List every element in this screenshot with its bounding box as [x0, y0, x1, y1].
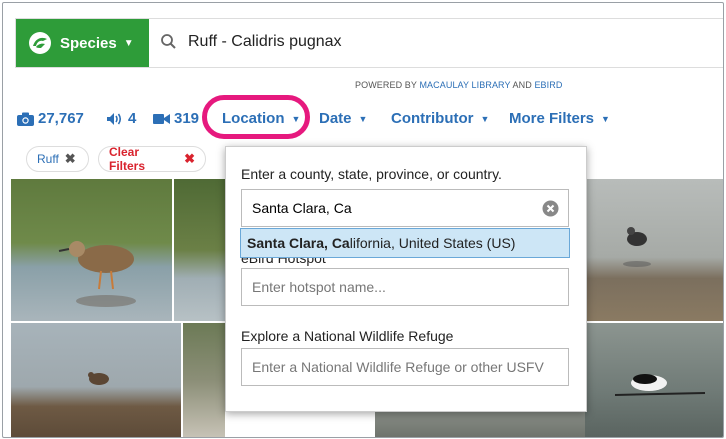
audio-count: 4: [128, 110, 137, 127]
chevron-down-icon: ▼: [480, 113, 490, 124]
powered-by-prefix: POWERED BY: [355, 80, 420, 90]
black-white-bird-image: [614, 374, 706, 396]
close-x-icon: ✖: [184, 151, 195, 166]
chevron-down-icon: ▼: [358, 113, 368, 124]
bird-photo-3[interactable]: [585, 179, 723, 321]
remove-x-icon[interactable]: ✖: [65, 151, 76, 167]
ebird-logo-icon: [29, 32, 51, 54]
more-filters-label: More Filters: [509, 110, 595, 127]
date-filter-dropdown[interactable]: Date ▼: [319, 110, 367, 127]
bird-photo-1[interactable]: [11, 179, 172, 321]
photo-count: 27,767: [38, 110, 84, 127]
bird-photo-5[interactable]: [183, 323, 225, 437]
search-icon: [161, 34, 176, 49]
stilt-bird-image: [623, 227, 651, 267]
contributor-filter-dropdown[interactable]: Contributor ▼: [391, 110, 489, 127]
ruff-bird-image: [88, 372, 109, 385]
photo-count-tab[interactable]: 27,767: [17, 110, 84, 127]
refuge-label: Explore a National Wildlife Refuge: [241, 328, 454, 344]
ruff-filter-chip[interactable]: Ruff ✖: [26, 146, 89, 172]
ruff-chip-label: Ruff: [37, 152, 59, 166]
location-suggestion-item[interactable]: Santa Clara, Ca lifornia, United States (…: [240, 228, 570, 258]
speaker-icon: [107, 112, 122, 125]
region-label: Enter a county, state, province, or coun…: [241, 166, 502, 182]
browser-frame: Species ▼ Ruff - Calidris pugnax POWERED…: [2, 2, 724, 438]
bird-photo-4[interactable]: [11, 323, 181, 437]
contributor-filter-label: Contributor: [391, 110, 474, 127]
chevron-down-icon: ▼: [601, 113, 610, 124]
chevron-down-icon: ▼: [123, 37, 134, 49]
suggestion-match-text: Santa Clara, Ca: [247, 235, 350, 251]
ebird-link[interactable]: EBIRD: [534, 80, 562, 90]
powered-by-credit: POWERED BY MACAULAY LIBRARY AND EBIRD: [355, 80, 562, 90]
location-highlight-annotation: [202, 95, 310, 139]
species-button-label: Species: [60, 34, 117, 52]
species-search-input[interactable]: Ruff - Calidris pugnax: [188, 33, 342, 51]
suggestion-rest-text: lifornia, United States (US): [349, 235, 516, 251]
ruff-bird-image: [58, 241, 136, 307]
clear-filters-chip[interactable]: Clear Filters ✖: [98, 145, 206, 173]
macaulay-library-link[interactable]: MACAULAY LIBRARY: [419, 80, 510, 90]
powered-by-and: AND: [510, 80, 535, 90]
audio-count-tab[interactable]: 4: [106, 110, 136, 127]
video-count-tab[interactable]: 319: [153, 110, 199, 127]
bird-photo-2[interactable]: [174, 179, 225, 321]
clear-filters-label: Clear Filters: [109, 145, 146, 173]
species-dropdown-button[interactable]: Species ▼: [16, 19, 149, 67]
video-camera-icon: [153, 113, 170, 124]
video-count: 319: [174, 110, 200, 127]
more-filters-dropdown[interactable]: More Filters ▼: [509, 110, 610, 127]
clear-input-icon[interactable]: [542, 200, 559, 217]
refuge-input[interactable]: Enter a National Wildlife Refuge or othe…: [241, 348, 569, 386]
region-input-value: Santa Clara, Ca: [252, 200, 352, 216]
search-bar: Species ▼ Ruff - Calidris pugnax: [15, 18, 723, 68]
region-input[interactable]: Santa Clara, Ca: [241, 189, 569, 227]
hotspot-input[interactable]: Enter hotspot name...: [241, 268, 569, 306]
refuge-placeholder: Enter a National Wildlife Refuge or othe…: [252, 359, 544, 375]
bird-photo-7[interactable]: [585, 323, 723, 437]
date-filter-label: Date: [319, 110, 352, 127]
camera-icon: [17, 112, 34, 126]
bird-photo-6[interactable]: [375, 410, 585, 437]
location-filter-popup: Enter a county, state, province, or coun…: [225, 146, 587, 412]
hotspot-placeholder: Enter hotspot name...: [252, 279, 386, 295]
